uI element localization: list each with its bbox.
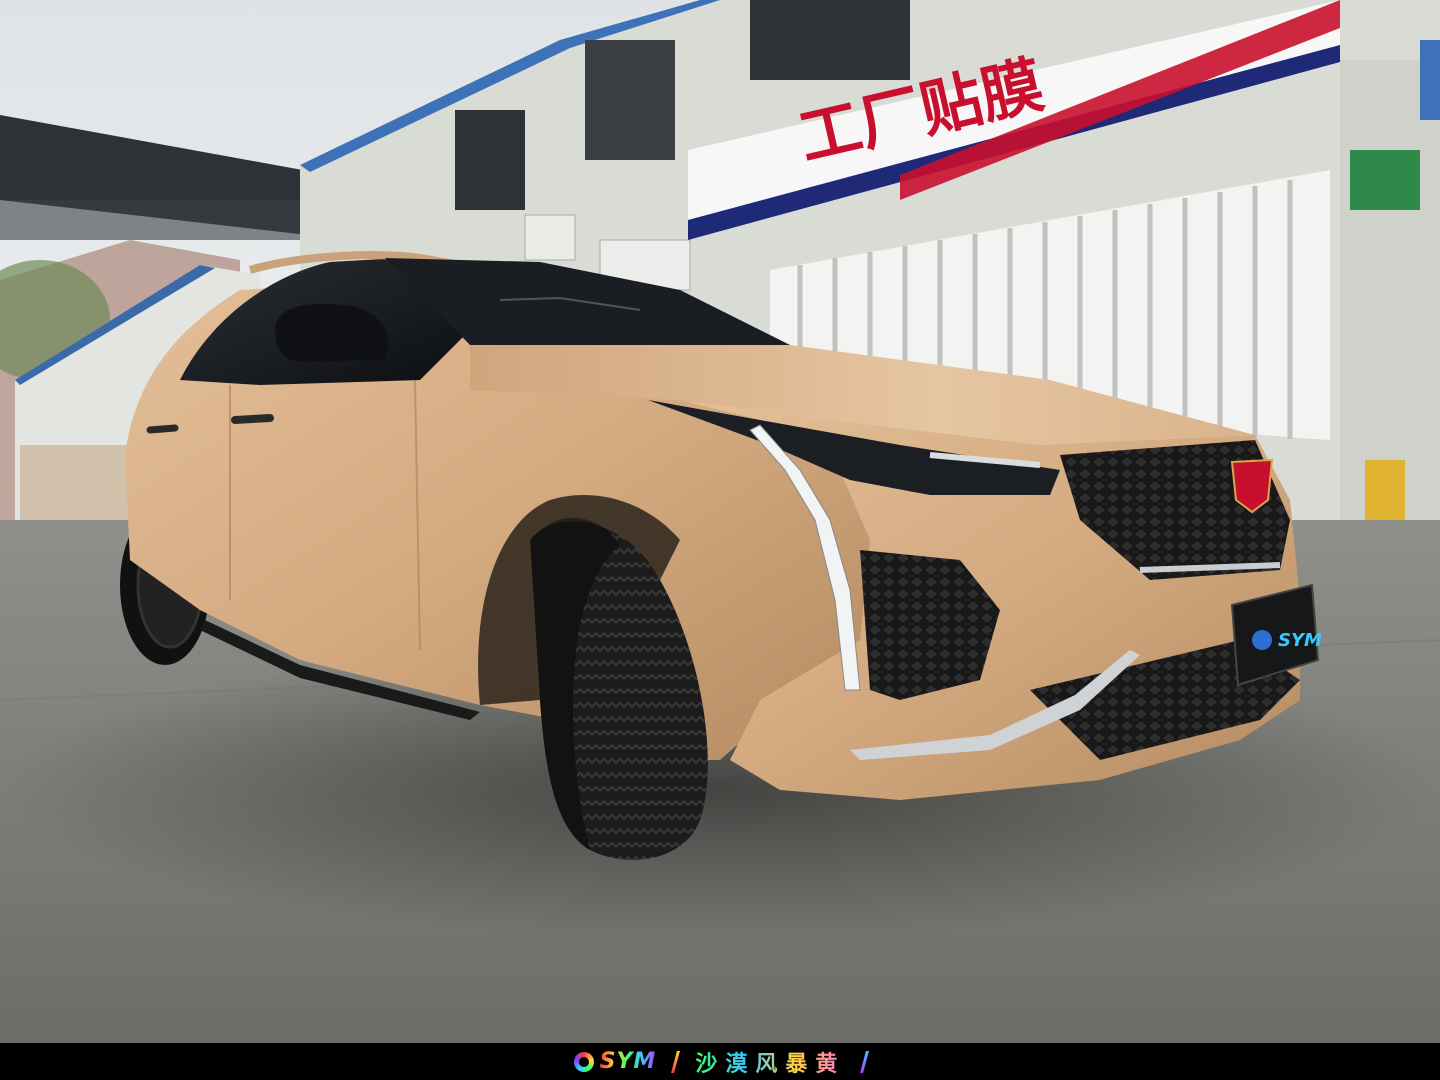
door-handle	[146, 424, 179, 434]
window	[455, 110, 525, 210]
brand-logo-icon	[573, 1051, 594, 1072]
ac-unit	[524, 214, 576, 261]
window	[585, 40, 675, 160]
stacked-boxes	[20, 445, 130, 520]
caption-divider-right	[860, 1050, 870, 1073]
scene-graphic: 工厂贴膜 SYM	[0, 0, 1440, 1043]
street-number-plate	[1350, 150, 1420, 210]
caption-divider-left	[671, 1050, 681, 1073]
brand-logo: SYM	[573, 1049, 657, 1074]
blue-post	[1420, 40, 1440, 120]
plate-brand-text: SYM	[1278, 630, 1322, 651]
window	[750, 0, 910, 80]
brand-logo-text: SYM	[599, 1049, 657, 1074]
door-handle	[231, 414, 274, 424]
photo-scene: 工厂贴膜 SYM	[0, 0, 1440, 1043]
caption-title: 沙漠风暴黄	[695, 1046, 845, 1078]
caption-bar: SYM 沙漠风暴黄	[0, 1043, 1440, 1080]
plate-logo-icon	[1252, 630, 1272, 650]
